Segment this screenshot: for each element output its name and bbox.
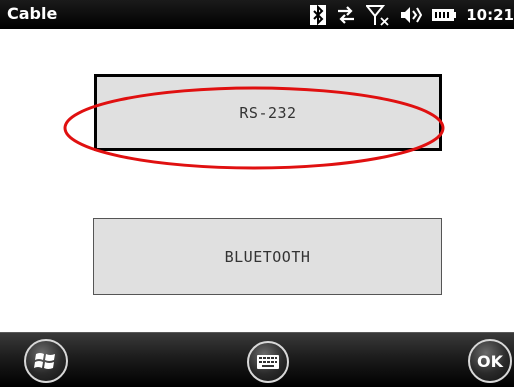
softkey-bar: OK bbox=[0, 332, 514, 387]
ok-button[interactable]: OK bbox=[468, 339, 512, 383]
data-sync-icon[interactable] bbox=[336, 5, 356, 24]
status-bar: Cable 10:21 bbox=[0, 0, 514, 29]
no-signal-icon[interactable] bbox=[366, 4, 390, 26]
keyboard-icon bbox=[257, 355, 279, 369]
windows-start-icon bbox=[34, 353, 55, 369]
bluetooth-button[interactable]: BLUETOOTH bbox=[93, 218, 442, 295]
main-content: RS-232 BLUETOOTH bbox=[0, 29, 514, 332]
battery-icon[interactable] bbox=[432, 8, 457, 22]
rs232-button[interactable]: RS-232 bbox=[94, 74, 442, 151]
clock[interactable]: 10:21 bbox=[466, 6, 514, 24]
app-title: Cable bbox=[7, 4, 58, 23]
ok-label: OK bbox=[477, 351, 503, 371]
volume-icon[interactable] bbox=[400, 6, 423, 24]
keyboard-button[interactable] bbox=[247, 341, 289, 383]
start-button[interactable] bbox=[24, 339, 68, 383]
status-icons: 10:21 bbox=[310, 0, 514, 29]
bluetooth-icon[interactable] bbox=[310, 4, 327, 25]
